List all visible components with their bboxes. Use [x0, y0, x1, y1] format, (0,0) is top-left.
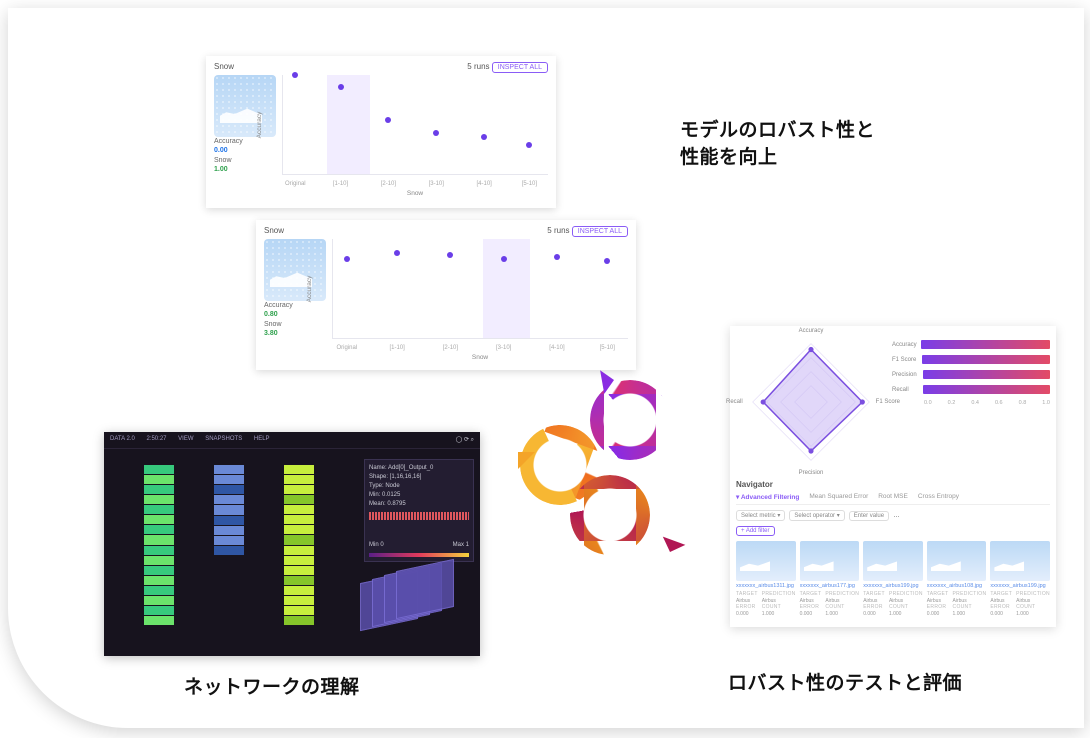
heading-test-eval: ロバスト性のテストと評価 [728, 668, 962, 695]
tensor-3d-view [360, 571, 470, 641]
heading-improve: モデルのロバスト性と 性能を向上 [680, 115, 875, 169]
panel-stats: Accuracy 0.80 Snow 3.80 [264, 301, 326, 339]
sample-thumbnail [264, 239, 326, 301]
tab-advanced-filtering[interactable]: ▾ Advanced Filtering [736, 493, 799, 501]
activation-column [214, 465, 244, 555]
histogram [369, 512, 469, 538]
menu-help[interactable]: HELP [254, 436, 270, 442]
accuracy-chart-1: Accuracy Snow Original [1-10] [2-10] [3-… [282, 75, 548, 175]
diagram-canvas: { "headings": { "improve": "モデルのロバスト性と",… [0, 0, 1090, 738]
menu-view[interactable]: VIEW [178, 436, 193, 442]
tab-rmse[interactable]: Root MSE [878, 493, 908, 501]
accuracy-chart-2: Accuracy Snow Original [1-10] [2-10] [3-… [332, 239, 628, 339]
evaluation-panel: Accuracy F1 Score Precision Recall Accur… [730, 326, 1056, 627]
toolbar-icons[interactable]: ◯ ⟳ ⌕ [456, 436, 474, 444]
value-input[interactable]: Enter value [849, 511, 889, 521]
robustness-panel-2: Snow 5 runs INSPECT ALL Accuracy 0.80 Sn… [256, 220, 636, 370]
operator-select[interactable]: Select operator ▾ [789, 510, 844, 521]
runs-label: 5 runs [467, 62, 489, 71]
sample-thumbnail [214, 75, 276, 137]
metrics-bars: Accuracy F1 Score Precision Recall 0.00.… [892, 332, 1050, 472]
network-visualizer: DATA 2.0 2:50:27 VIEW SNAPSHOTS HELP ◯ ⟳… [104, 432, 480, 656]
robustness-panel-1: Snow 5 runs INSPECT ALL Accuracy 0.00 Sn… [206, 56, 556, 208]
result-card[interactable]: xxxxxxx_airbus199.jpg TARGETPREDICTIONAi… [990, 541, 1050, 617]
panel-title: Snow [214, 62, 234, 71]
runs-label: 5 runs [547, 226, 569, 235]
navigator-heading: Navigator [736, 480, 1050, 489]
metric-select[interactable]: Select metric ▾ [736, 510, 785, 521]
cycle-arrows [510, 380, 710, 570]
panel-stats: Accuracy 0.00 Snow 1.00 [214, 137, 276, 175]
arrow-icon [655, 537, 686, 568]
result-card[interactable]: xxxxxxx_airbus108.jpg TARGETPREDICTIONAi… [927, 541, 987, 617]
activation-column [144, 465, 174, 625]
panel-title: Snow [264, 226, 284, 235]
timestamp: 2:50:27 [146, 436, 166, 442]
result-card[interactable]: xxxxxxx_airbus177.jpg TARGETPREDICTIONAi… [800, 541, 860, 617]
navigator-tabs[interactable]: ▾ Advanced Filtering Mean Squared Error … [736, 493, 1050, 505]
brand: DATA 2.0 [110, 436, 135, 442]
image-results: xxxxxxx_airbus1311.jpg TARGETPREDICTIONA… [736, 541, 1050, 617]
radar-chart: Accuracy F1 Score Precision Recall [736, 332, 886, 472]
tensor-info: Name: Add[0]_Output_0 Shape: [1,16,16,16… [364, 459, 474, 562]
add-filter-button[interactable]: + Add filter [736, 526, 775, 536]
tab-cross-entropy[interactable]: Cross Entropy [918, 493, 959, 501]
result-card[interactable]: xxxxxxx_airbus199.jpg TARGETPREDICTIONAi… [863, 541, 923, 617]
tab-mse[interactable]: Mean Squared Error [809, 493, 868, 501]
inspect-all-button[interactable]: INSPECT ALL [572, 226, 628, 237]
menu-snapshots[interactable]: SNAPSHOTS [205, 436, 242, 442]
result-card[interactable]: xxxxxxx_airbus1311.jpg TARGETPREDICTIONA… [736, 541, 796, 617]
arrow-icon [600, 366, 628, 394]
inspect-all-button[interactable]: INSPECT ALL [492, 62, 548, 73]
activation-column [284, 465, 314, 625]
heading-understand: ネットワークの理解 [184, 672, 360, 699]
colormap-bar [369, 553, 469, 557]
